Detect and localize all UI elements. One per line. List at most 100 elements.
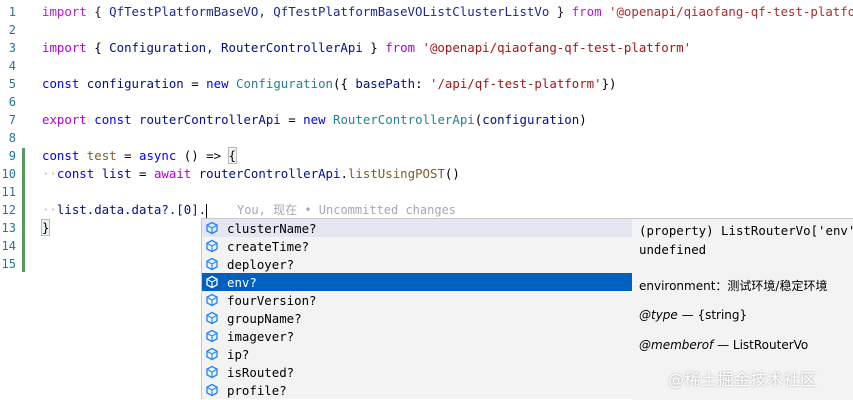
code-line-3[interactable]: import { Configuration, RouterController…: [42, 39, 691, 57]
code-line-10[interactable]: ··const list = await routerControllerApi…: [42, 165, 460, 183]
new-keyword: new: [303, 112, 326, 127]
suggestion-item[interactable]: createTime?: [202, 237, 632, 255]
suggestion-label: clusterName?: [227, 220, 317, 236]
line-number: 11: [1, 185, 16, 199]
detail-type: undefined: [639, 242, 707, 257]
suggestion-label: createTime?: [227, 238, 310, 254]
module-string: '@openapi/qiaofang-qf-test-platform': [422, 40, 692, 55]
watermark: @稀土掘金技术社区: [668, 370, 817, 389]
git-blame-annotation: You, 现在 • Uncommitted changes: [236, 203, 457, 217]
detail-signature: (property) ListRouterVo['env']: [639, 223, 853, 238]
module-string: '@openapi/qiaofang-qf-test-platform': [609, 4, 853, 19]
tag-name: @memberof: [639, 338, 714, 352]
operator: =: [280, 112, 304, 127]
import-names: Configuration, RouterControllerApi: [109, 40, 363, 55]
async-keyword: async: [139, 148, 177, 163]
property-icon: [205, 329, 219, 343]
line-number: 13: [1, 221, 16, 235]
suggestion-item[interactable]: clusterName?: [202, 219, 632, 237]
code-line-5[interactable]: const configuration = new Configuration(…: [42, 75, 617, 93]
detail-type-tag: @type — {string}: [639, 308, 747, 322]
suggestion-item[interactable]: ip?: [202, 345, 632, 363]
punctuation: :: [415, 76, 430, 91]
property-icon: [205, 257, 219, 271]
import-names: QfTestPlatformBaseVO, QfTestPlatformBase…: [109, 4, 550, 19]
punctuation: ({: [333, 76, 356, 91]
matching-bracket: }: [40, 219, 51, 236]
await-keyword: await: [153, 166, 192, 181]
detail-memberof-tag: @memberof — ListRouterVo: [639, 338, 808, 352]
code-line-7[interactable]: export const routerControllerApi = new R…: [42, 111, 587, 129]
new-keyword: new: [206, 76, 229, 91]
punctuation: (): [444, 166, 460, 181]
line-number: 5: [8, 77, 16, 91]
line-number: 4: [8, 59, 16, 73]
operator: =: [116, 148, 140, 163]
class-name: Configuration: [236, 76, 333, 91]
line-number: 9: [8, 149, 16, 163]
suggestion-label: env?: [227, 274, 257, 290]
tag-value: — ListRouterVo: [713, 338, 809, 352]
function-name: test: [86, 148, 117, 163]
line-number: 3: [8, 41, 16, 55]
suggestion-item[interactable]: deployer?: [202, 255, 632, 273]
class-name: RouterControllerApi: [333, 112, 475, 127]
suggestion-item[interactable]: isRouted?: [202, 363, 632, 381]
import-keyword: import: [42, 40, 87, 55]
property-icon: [205, 275, 219, 289]
suggestion-label: profile?: [227, 382, 287, 398]
tag-name: @type: [639, 308, 678, 322]
code-editor[interactable]: 1 2 3 4 5 6 7 8 9 10 11 12 13 14 15 impo…: [0, 0, 853, 400]
tag-value: — {string}: [677, 308, 748, 322]
property-icon: [205, 221, 219, 235]
matching-bracket: {: [227, 147, 238, 164]
code-line-13[interactable]: }: [40, 219, 51, 237]
punctuation: .: [340, 166, 348, 181]
from-keyword: from: [571, 4, 602, 19]
suggestion-label: deployer?: [227, 256, 295, 272]
suggestion-label: groupName?: [227, 310, 302, 326]
code-line-9[interactable]: const test = async () => {: [42, 147, 238, 165]
operator: =: [131, 166, 154, 181]
const-keyword: const: [56, 166, 95, 181]
property-icon: [205, 383, 219, 397]
property-icon: [205, 365, 219, 379]
suggestion-label: fourVersion?: [227, 292, 317, 308]
variable-name: routerControllerApi: [139, 112, 281, 127]
line-number: 14: [1, 239, 16, 253]
brace: {: [86, 40, 110, 55]
brace: }: [362, 40, 386, 55]
suggestion-item[interactable]: profile?: [202, 381, 632, 399]
property-icon: [205, 293, 219, 307]
suggestion-item-selected[interactable]: env?: [202, 273, 632, 291]
code-line-12[interactable]: ··list.data.data?.[0]. You, 现在 • Uncommi…: [42, 201, 456, 219]
git-modified-indicator[interactable]: [22, 148, 25, 272]
detail-documentation: environment：测试环境/稳定环境: [639, 279, 828, 293]
property-icon: [205, 347, 219, 361]
from-keyword: from: [385, 40, 416, 55]
variable-name: list: [101, 166, 132, 181]
variable-name: configuration: [86, 76, 184, 91]
object-name: routerControllerApi: [198, 166, 341, 181]
current-expression: list.data.data?.[0].: [56, 202, 207, 217]
suggestion-label: imagever?: [227, 328, 295, 344]
property-name: basePath: [355, 76, 416, 91]
line-number: 1: [8, 5, 16, 19]
suggestion-item[interactable]: groupName?: [202, 309, 632, 327]
string-literal: '/api/qf-test-platform': [430, 76, 602, 91]
operator: =: [183, 76, 207, 91]
line-number: 15: [1, 257, 16, 271]
text-cursor: [206, 203, 208, 218]
const-keyword: const: [42, 148, 80, 163]
line-number: 7: [8, 113, 16, 127]
property-icon: [205, 311, 219, 325]
property-icon: [205, 239, 219, 253]
suggestion-item[interactable]: fourVersion?: [202, 291, 632, 309]
punctuation: }): [601, 76, 617, 91]
method-name: listUsingPOST: [347, 166, 445, 181]
brace: {: [86, 4, 110, 19]
suggestion-item[interactable]: imagever?: [202, 327, 632, 345]
code-line-1[interactable]: import { QfTestPlatformBaseVO, QfTestPla…: [42, 3, 853, 21]
import-keyword: import: [42, 4, 87, 19]
line-number: 2: [8, 23, 16, 37]
